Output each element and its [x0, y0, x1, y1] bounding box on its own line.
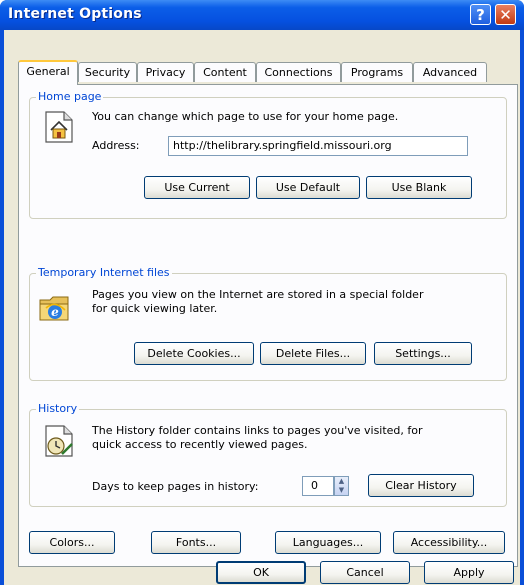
history-group: History The History folder contains link… [29, 402, 507, 507]
tab-general[interactable]: General [18, 60, 78, 85]
temporary-files-group-title: Temporary Internet files [36, 266, 172, 279]
fonts-button[interactable]: Fonts... [151, 531, 241, 554]
temporary-internet-files-group: Temporary Internet files e Pages you vie… [29, 266, 507, 381]
settings-button[interactable]: Settings... [374, 342, 472, 365]
tab-security[interactable]: Security [78, 62, 137, 82]
use-default-button[interactable]: Use Default [256, 176, 360, 199]
history-icon [45, 425, 73, 457]
days-to-keep-field[interactable]: 0 [302, 476, 334, 496]
apply-button[interactable]: Apply [424, 561, 514, 584]
temp-files-description-line2: for quick viewing later. [92, 302, 218, 315]
address-label: Address: [92, 139, 140, 152]
history-description-line1: The History folder contains links to pag… [92, 424, 423, 437]
internet-options-window: Internet Options ? ✕ General Security Pr… [0, 0, 524, 585]
home-page-icon [45, 111, 73, 143]
languages-button[interactable]: Languages... [275, 531, 381, 554]
tab-connections[interactable]: Connections [256, 62, 341, 82]
clear-history-button[interactable]: Clear History [368, 474, 474, 497]
use-current-button[interactable]: Use Current [144, 176, 250, 199]
history-group-title: History [36, 402, 80, 415]
close-button[interactable]: ✕ [495, 4, 516, 25]
tab-advanced[interactable]: Advanced [413, 62, 487, 82]
accessibility-button[interactable]: Accessibility... [393, 531, 505, 554]
cancel-button[interactable]: Cancel [320, 561, 410, 584]
home-page-group-title: Home page [36, 90, 104, 103]
history-description-line2: quick access to recently viewed pages. [92, 438, 308, 451]
help-button[interactable]: ? [470, 4, 491, 25]
tab-privacy[interactable]: Privacy [137, 62, 194, 82]
delete-files-button[interactable]: Delete Files... [260, 342, 366, 365]
ok-button[interactable]: OK [216, 561, 306, 584]
spin-up-icon[interactable]: ▲ [335, 477, 348, 486]
tab-content[interactable]: Content [194, 62, 256, 82]
home-page-address-field[interactable]: http://thelibrary.springfield.missouri.o… [168, 136, 468, 156]
tab-programs[interactable]: Programs [341, 62, 413, 82]
svg-text:e: e [51, 305, 59, 319]
days-to-keep-label: Days to keep pages in history: [92, 480, 259, 493]
use-blank-button[interactable]: Use Blank [366, 176, 472, 199]
spin-down-icon[interactable]: ▼ [335, 486, 348, 495]
home-page-group: Home page You can change which page to u… [29, 90, 507, 219]
general-tab-panel: Home page You can change which page to u… [18, 84, 518, 567]
days-spinner[interactable]: ▲ ▼ [334, 476, 349, 496]
dialog-client-area: General Security Privacy Content Connect… [4, 30, 520, 585]
delete-cookies-button[interactable]: Delete Cookies... [134, 342, 254, 365]
temp-files-description-line1: Pages you view on the Internet are store… [92, 288, 424, 301]
window-title: Internet Options [8, 6, 142, 22]
ie-folder-icon: e [39, 296, 69, 321]
colors-button[interactable]: Colors... [29, 531, 115, 554]
title-bar[interactable]: Internet Options ? ✕ [0, 0, 524, 30]
home-page-description: You can change which page to use for you… [92, 110, 399, 123]
